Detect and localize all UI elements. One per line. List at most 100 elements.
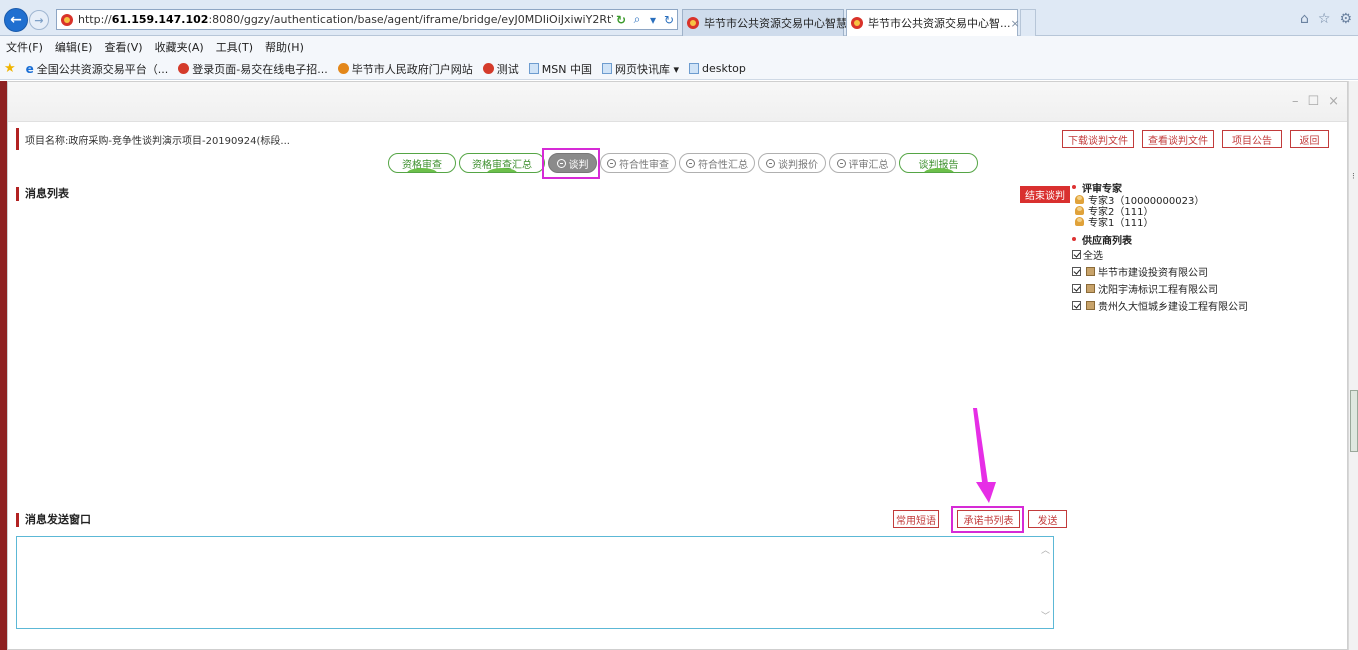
site-favicon-icon	[851, 17, 863, 29]
menu-view[interactable]: 查看(V)	[104, 39, 142, 55]
circle-minus-icon	[836, 158, 846, 168]
minimize-icon[interactable]: –	[1292, 94, 1299, 109]
favorites-bar: ★ e 全国公共资源交易平台（... 登录页面-易交在线电子招... 毕节市人民政…	[0, 58, 1358, 80]
site-favicon-icon	[482, 63, 494, 74]
step-qualification-summary[interactable]: 资格审查汇总	[459, 153, 545, 173]
browser-tab-2[interactable]: 毕节市公共资源交易中心智... ×	[846, 9, 1020, 36]
scroll-up-icon[interactable]: ︿	[1041, 543, 1050, 556]
project-notice-button[interactable]: 项目公告	[1222, 130, 1282, 148]
message-list-title: 消息列表	[16, 187, 69, 201]
favorite-link[interactable]: 网页快讯库 ▾	[601, 61, 679, 77]
circle-minus-icon	[607, 158, 616, 168]
page-icon	[528, 63, 539, 74]
page-icon	[689, 63, 699, 74]
browser-toolbar-icons: ⌂ ☆ ⚙	[1300, 11, 1352, 27]
highlight-box	[542, 148, 600, 179]
url-text: http://61.159.147.102:8080/ggzy/authenti…	[78, 13, 613, 26]
checkbox-icon[interactable]	[1072, 301, 1081, 310]
side-marker-icon: ⁝	[1352, 172, 1355, 182]
browser-tab-1[interactable]: 毕节市公共资源交易中心智慧...	[682, 9, 858, 36]
supplier-item[interactable]: 贵州久大恒城乡建设工程有限公司	[1072, 297, 1342, 314]
left-sidebar-strip	[0, 81, 7, 650]
favorite-link[interactable]: 登录页面-易交在线电子招...	[178, 61, 328, 77]
send-window-title: 消息发送窗口	[16, 513, 91, 527]
send-button[interactable]: 发送	[1028, 510, 1067, 528]
step-review-summary[interactable]: 评审汇总	[829, 153, 896, 173]
supplier-item[interactable]: 沈阳宇涛标识工程有限公司	[1072, 280, 1342, 297]
tab-label: 毕节市公共资源交易中心智...	[868, 17, 1011, 30]
bullet-icon	[1072, 237, 1076, 241]
gear-icon[interactable]: ⚙	[1339, 11, 1352, 27]
address-bar[interactable]: http://61.159.147.102:8080/ggzy/authenti…	[56, 9, 678, 30]
circle-minus-icon	[686, 158, 695, 168]
favorites-star-icon[interactable]: ★	[4, 61, 16, 76]
close-tab-icon[interactable]: ×	[1011, 17, 1020, 30]
favorite-link[interactable]: MSN 中国	[528, 61, 592, 77]
favorites-star-icon[interactable]: ☆	[1318, 11, 1331, 27]
person-icon	[1075, 195, 1084, 204]
dropdown-icon[interactable]: ▾	[645, 13, 661, 27]
checkbox-icon[interactable]	[1072, 250, 1081, 259]
suppliers-heading: 供应商列表	[1072, 232, 1342, 247]
dialog-header: – ☐ ×	[8, 82, 1347, 122]
close-icon[interactable]: ×	[1328, 94, 1339, 109]
page-icon	[601, 63, 612, 74]
circle-minus-icon	[766, 158, 775, 168]
person-icon	[1075, 206, 1084, 215]
favorite-link[interactable]: e 全国公共资源交易平台（...	[26, 61, 169, 77]
message-input[interactable]: ︿ ﹀	[16, 536, 1054, 629]
site-favicon-icon	[178, 63, 190, 74]
menu-file[interactable]: 文件(F)	[6, 39, 43, 55]
common-phrases-button[interactable]: 常用短语	[893, 510, 939, 528]
site-favicon-icon	[687, 17, 699, 29]
favorite-link[interactable]: 毕节市人民政府门户网站	[337, 61, 473, 77]
person-icon	[1075, 217, 1084, 226]
new-tab-button[interactable]	[1020, 9, 1036, 36]
supplier-item[interactable]: 毕节市建设投资有限公司	[1072, 263, 1342, 280]
end-negotiation-button[interactable]: 结束谈判	[1020, 186, 1070, 203]
search-icon[interactable]: ⌕	[629, 12, 645, 27]
site-favicon-icon	[337, 63, 349, 74]
return-button[interactable]: 返回	[1290, 130, 1329, 148]
company-icon	[1086, 301, 1095, 310]
company-icon	[1086, 267, 1095, 276]
dialog-controls: – ☐ ×	[1292, 94, 1339, 109]
forward-arrow-icon[interactable]: →	[29, 10, 49, 30]
select-all-checkbox[interactable]: 全选	[1072, 246, 1342, 263]
menu-tools[interactable]: 工具(T)	[216, 39, 253, 55]
expert-item: 专家1（111）	[1072, 216, 1342, 229]
company-icon	[1086, 284, 1095, 293]
maximize-icon[interactable]: ☐	[1307, 94, 1319, 109]
step-negotiation-report[interactable]: 谈判报告	[899, 153, 978, 173]
browser-titlebar: ← → http://61.159.147.102:8080/ggzy/auth…	[0, 0, 1358, 36]
step-qualification-review[interactable]: 资格审查	[388, 153, 456, 173]
step-compliance-review[interactable]: 符合性审查	[600, 153, 676, 173]
scroll-down-icon[interactable]: ﹀	[1041, 609, 1050, 622]
view-negotiation-file-button[interactable]: 查看谈判文件	[1142, 130, 1214, 148]
checkbox-icon[interactable]	[1072, 284, 1081, 293]
highlight-box	[951, 506, 1024, 533]
menu-help[interactable]: 帮助(H)	[265, 39, 304, 55]
side-panel: 评审专家 专家3（10000000023） 专家2（111） 专家1（111） …	[1072, 180, 1342, 314]
bullet-icon	[1072, 185, 1076, 189]
back-arrow-icon[interactable]: ←	[4, 8, 28, 32]
checkbox-icon[interactable]	[1072, 267, 1081, 276]
menu-favorites[interactable]: 收藏夹(A)	[155, 39, 204, 55]
ie-icon: e	[25, 61, 34, 76]
site-favicon-icon	[61, 13, 73, 26]
step-compliance-summary[interactable]: 符合性汇总	[679, 153, 755, 173]
negotiation-dialog: – ☐ × 项目名称:政府采购-竞争性谈判演示项目-20190924(标段...…	[7, 81, 1348, 650]
refresh-icon[interactable]: ↻	[661, 13, 677, 27]
favorite-link[interactable]: 测试	[482, 61, 519, 77]
right-scrollbar[interactable]	[1348, 81, 1358, 650]
favorite-link[interactable]: desktop	[689, 62, 746, 75]
compat-view-icon[interactable]: ↻	[613, 13, 629, 27]
menu-edit[interactable]: 编辑(E)	[55, 39, 93, 55]
tab-label: 毕节市公共资源交易中心智慧...	[704, 17, 858, 30]
scroll-thumb[interactable]	[1350, 390, 1358, 452]
step-negotiation-quote[interactable]: 谈判报价	[758, 153, 826, 173]
menu-bar: 文件(F) 编辑(E) 查看(V) 收藏夹(A) 工具(T) 帮助(H)	[0, 36, 1358, 58]
download-negotiation-file-button[interactable]: 下载谈判文件	[1062, 130, 1134, 148]
home-icon[interactable]: ⌂	[1300, 11, 1309, 27]
message-list-area	[16, 207, 1016, 497]
